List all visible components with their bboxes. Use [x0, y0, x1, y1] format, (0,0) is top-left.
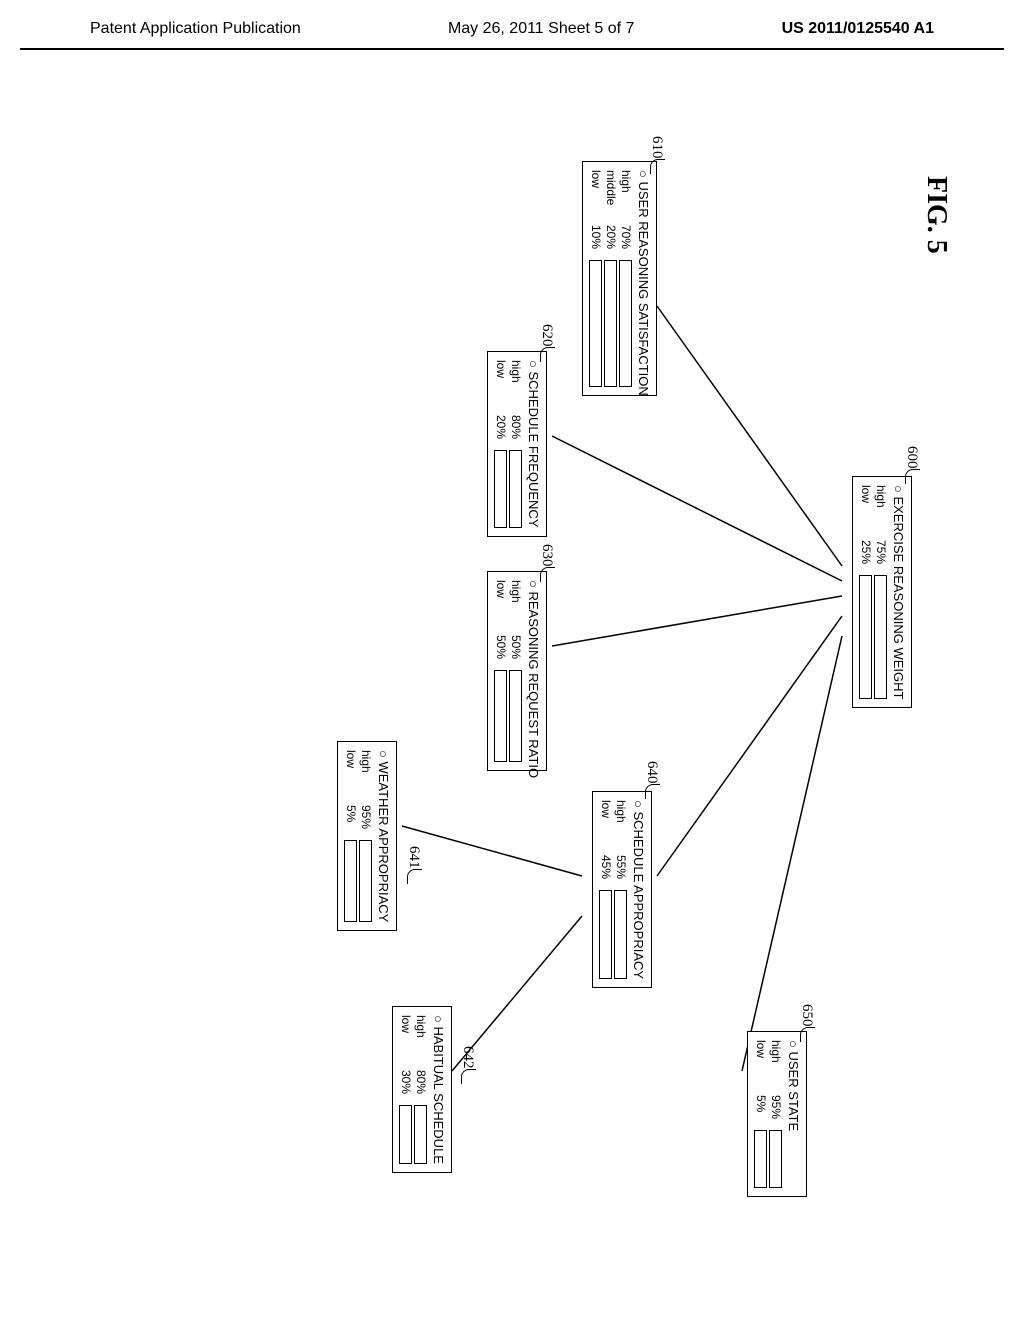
ref-650: 650 [798, 1004, 815, 1044]
bar-row: high55% [614, 800, 628, 979]
ref-610: 610 [648, 136, 665, 176]
ref-641: 641 [405, 846, 422, 886]
header-left: Patent Application Publication [90, 20, 301, 38]
header-center: May 26, 2011 Sheet 5 of 7 [448, 20, 635, 38]
node-title: EXERCISE REASONING WEIGHT [891, 485, 906, 699]
bar-row: low45% [599, 800, 613, 979]
bar-row: high80% [509, 360, 523, 528]
node-schedule-appropriacy: SCHEDULE APPROPRIACY high55% low45% [592, 791, 652, 988]
ref-600: 600 [903, 446, 920, 486]
node-user-reasoning-satisfaction: USER REASONING SATISFACTION high70% midd… [582, 161, 657, 396]
bar-row: high80% [414, 1015, 428, 1164]
node-title: SCHEDULE FREQUENCY [526, 360, 541, 528]
node-exercise-reasoning-weight: EXERCISE REASONING WEIGHT high75% low25% [852, 476, 912, 708]
diagram-canvas: FIG. 5 EXERCISE REASONING WEIGHT high75%… [112, 176, 912, 1276]
bar-row: high70% [619, 170, 633, 387]
node-title: SCHEDULE APPROPRIACY [631, 800, 646, 979]
bar-row: low5% [344, 750, 358, 922]
node-title: REASONING REQUEST RATIO [526, 580, 541, 762]
bar-row: high95% [359, 750, 373, 922]
ref-642: 642 [459, 1046, 476, 1086]
node-user-state: USER STATE high95% low5% [747, 1031, 807, 1197]
node-title: HABITUAL SCHEDULE [431, 1015, 446, 1164]
node-reasoning-request-ratio: REASONING REQUEST RATIO high50% low50% [487, 571, 547, 771]
node-title: USER REASONING SATISFACTION [636, 170, 651, 387]
ref-630: 630 [538, 544, 555, 584]
ref-640: 640 [643, 761, 660, 801]
bar-row: low5% [754, 1040, 768, 1188]
bar-row: middle20% [604, 170, 618, 387]
node-weather-appropriacy: WEATHER APPROPRIACY high95% low5% [337, 741, 397, 931]
bar-row: high95% [769, 1040, 783, 1188]
page-header: Patent Application Publication May 26, 2… [20, 0, 1004, 50]
bar-row: low10% [589, 170, 603, 387]
figure-label: FIG. 5 [920, 176, 952, 254]
bar-row: high50% [509, 580, 523, 762]
bar-row: high75% [874, 485, 888, 699]
node-schedule-frequency: SCHEDULE FREQUENCY high80% low20% [487, 351, 547, 537]
header-right: US 2011/0125540 A1 [782, 20, 934, 38]
node-title: USER STATE [786, 1040, 801, 1188]
bar-row: low50% [494, 580, 508, 762]
bar-row: low25% [859, 485, 873, 699]
bar-row: low20% [494, 360, 508, 528]
node-title: WEATHER APPROPRIACY [376, 750, 391, 922]
node-habitual-schedule: HABITUAL SCHEDULE high80% low30% [392, 1006, 452, 1173]
bar-row: low30% [399, 1015, 413, 1164]
ref-620: 620 [538, 324, 555, 364]
